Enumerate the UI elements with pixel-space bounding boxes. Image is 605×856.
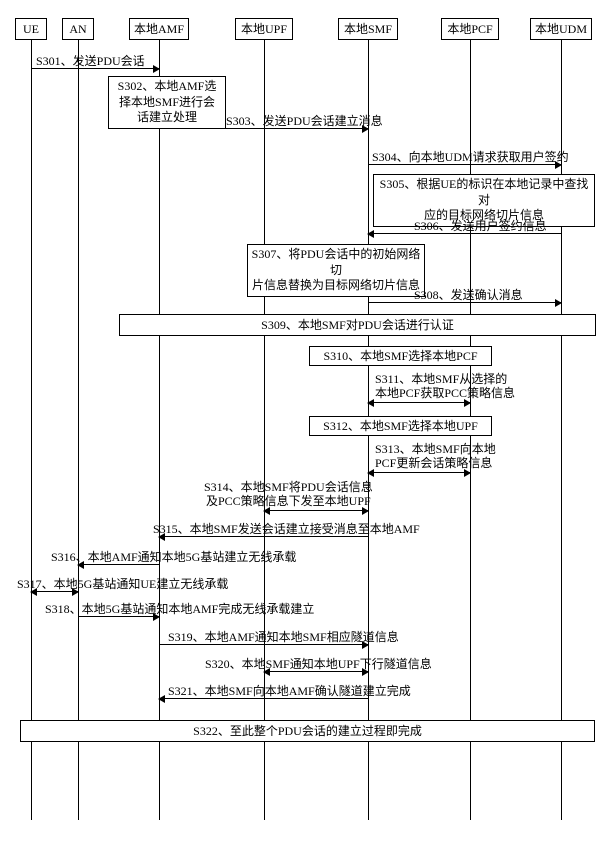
- actor-udm: 本地UDM: [530, 18, 592, 40]
- s311-line2: 本地PCF获取PCC策略信息: [375, 386, 515, 400]
- arrow-s304: [368, 164, 561, 165]
- s311-line1: S311、本地SMF从选择的: [375, 372, 515, 386]
- s314-line1: S314、本地SMF将PDU会话信息: [204, 480, 373, 494]
- arrow-s316: [78, 564, 159, 565]
- label-s317: S317、本地5G基站通知UE建立无线承载: [17, 577, 228, 591]
- actor-smf: 本地SMF: [338, 18, 398, 40]
- s313-line1: S313、本地SMF向本地: [375, 442, 496, 456]
- actor-amf: 本地AMF: [129, 18, 189, 40]
- s302-line1: S302、本地AMF选: [112, 79, 222, 95]
- label-s320: S320、本地SMF通知本地UPF下行隧道信息: [205, 657, 432, 671]
- arrow-s303: [159, 128, 368, 129]
- label-s321: S321、本地SMF向本地AMF确认隧道建立完成: [168, 684, 411, 698]
- arrow-s311: [368, 402, 470, 403]
- label-s311: S311、本地SMF从选择的 本地PCF获取PCC策略信息: [375, 372, 515, 401]
- note-s307: S307、将PDU会话中的初始网络切 片信息替换为目标网络切片信息: [247, 244, 425, 297]
- label-s308: S308、发送确认消息: [414, 288, 523, 302]
- s302-line3: 话建立处理: [112, 110, 222, 126]
- s302-line2: 择本地SMF进行会: [112, 95, 222, 111]
- s322-text: S322、至此整个PDU会话的建立过程即完成: [193, 724, 422, 738]
- arrow-s313: [368, 472, 470, 473]
- s310-text: S310、本地SMF选择本地PCF: [323, 349, 477, 363]
- arrow-s306: [368, 233, 561, 234]
- note-s302: S302、本地AMF选 择本地SMF进行会 话建立处理: [108, 76, 226, 129]
- s313-line2: PCF更新会话策略信息: [375, 456, 496, 470]
- arrow-s320: [264, 671, 368, 672]
- arrow-s317: [31, 591, 78, 592]
- s305-line1: S305、根据UE的标识在本地记录中查找对: [377, 177, 591, 208]
- note-s312: S312、本地SMF选择本地UPF: [309, 416, 492, 436]
- label-s313: S313、本地SMF向本地 PCF更新会话策略信息: [375, 442, 496, 471]
- lifeline-an: [78, 40, 79, 820]
- lifeline-amf: [159, 40, 160, 820]
- s314-line2: 及PCC策略信息下发至本地UPF: [204, 494, 373, 508]
- label-s318: S318、本地5G基站通知本地AMF完成无线承载建立: [45, 602, 314, 616]
- label-s316: S316、本地AMF通知本地5G基站建立无线承载: [51, 550, 296, 564]
- actor-upf: 本地UPF: [235, 18, 293, 40]
- s307-line1: S307、将PDU会话中的初始网络切: [251, 247, 421, 278]
- actor-pcf: 本地PCF: [441, 18, 499, 40]
- actor-an: AN: [62, 18, 94, 40]
- arrow-s315: [159, 536, 368, 537]
- arrow-s318: [78, 616, 159, 617]
- arrow-s308: [368, 302, 561, 303]
- arrow-s319: [159, 644, 368, 645]
- note-s322: S322、至此整个PDU会话的建立过程即完成: [20, 720, 595, 742]
- s312-text: S312、本地SMF选择本地UPF: [323, 419, 478, 433]
- sequence-diagram: UE AN 本地AMF 本地UPF 本地SMF 本地PCF 本地UDM S301…: [0, 0, 605, 856]
- lifeline-ue: [31, 40, 32, 820]
- actor-ue: UE: [15, 18, 47, 40]
- note-s309: S309、本地SMF对PDU会话进行认证: [119, 314, 596, 336]
- label-s306: S306、发送用户签约信息: [414, 219, 547, 233]
- label-s303: S303、发送PDU会话建立消息: [226, 114, 383, 128]
- arrow-s301: [31, 68, 159, 69]
- note-s310: S310、本地SMF选择本地PCF: [309, 346, 492, 366]
- label-s304: S304、向本地UDM请求获取用户签约: [372, 150, 569, 164]
- arrow-s314: [264, 510, 368, 511]
- s307-line2: 片信息替换为目标网络切片信息: [251, 278, 421, 294]
- s309-text: S309、本地SMF对PDU会话进行认证: [261, 318, 454, 332]
- label-s314: S314、本地SMF将PDU会话信息 及PCC策略信息下发至本地UPF: [204, 480, 373, 509]
- label-s301: S301、发送PDU会话: [36, 54, 145, 68]
- arrow-s321: [159, 698, 368, 699]
- lifeline-upf: [264, 40, 265, 820]
- label-s315: S315、本地SMF发送会话建立接受消息至本地AMF: [153, 522, 420, 536]
